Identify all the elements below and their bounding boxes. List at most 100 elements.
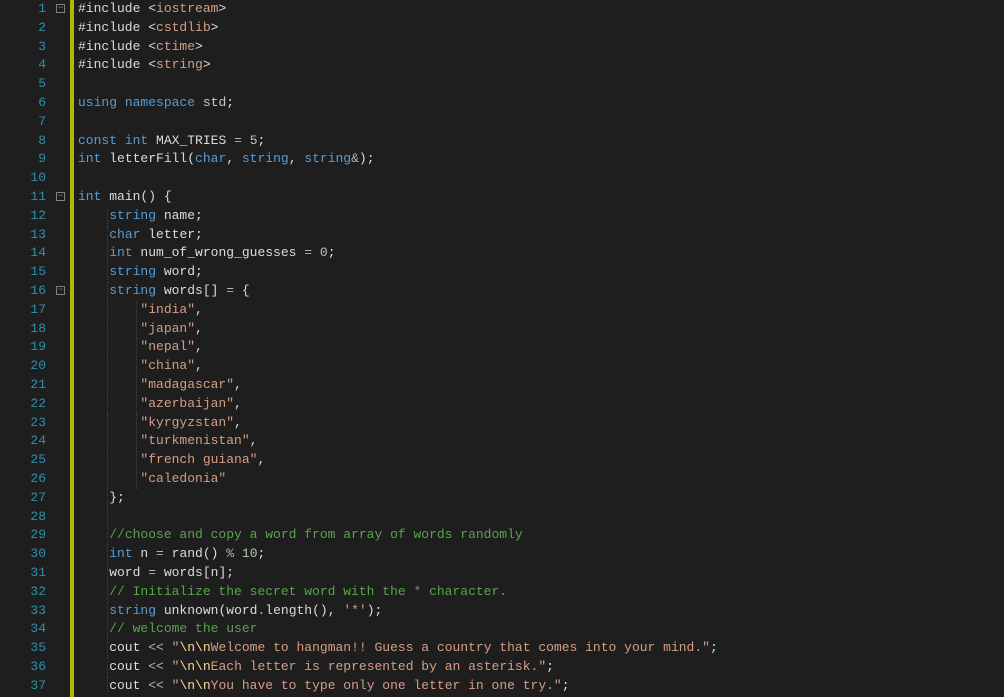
code-token (78, 433, 140, 448)
code-token: // Initialize the secret word with the *… (109, 584, 507, 599)
code-token: const (78, 133, 117, 148)
code-token: iostream (156, 1, 218, 16)
code-token: 0 (320, 245, 328, 260)
code-token: int (125, 133, 148, 148)
code-line[interactable]: char letter; (78, 226, 1004, 245)
code-line[interactable]: "azerbaijan", (78, 395, 1004, 414)
code-line[interactable]: cout << "\n\nEach letter is represented … (78, 658, 1004, 677)
indent-guide (136, 451, 137, 470)
code-line[interactable]: #include <cstdlib> (78, 19, 1004, 38)
code-token: ; (328, 245, 336, 260)
code-line[interactable]: "nepal", (78, 338, 1004, 357)
code-line[interactable]: "caledonia" (78, 470, 1004, 489)
code-editor[interactable]: 1234567891011121314151617181920212223242… (0, 0, 1004, 697)
code-line[interactable]: const int MAX_TRIES = 5; (78, 132, 1004, 151)
code-token: ; (226, 95, 234, 110)
code-token (78, 358, 140, 373)
code-token: main (101, 189, 140, 204)
fold-toggle-icon[interactable]: − (56, 4, 65, 13)
fold-toggle-icon[interactable]: − (56, 192, 65, 201)
code-token: cout (78, 678, 148, 693)
code-token: "nepal" (140, 339, 195, 354)
code-token: = (226, 283, 234, 298)
code-line[interactable]: string words[] = { (78, 282, 1004, 301)
code-token (78, 452, 140, 467)
code-token: , (289, 151, 305, 166)
code-line[interactable]: // welcome the user (78, 620, 1004, 639)
code-token: = (304, 245, 312, 260)
code-token: , (195, 321, 203, 336)
code-line[interactable]: string name; (78, 207, 1004, 226)
indent-guide (136, 376, 137, 395)
code-line[interactable] (78, 508, 1004, 527)
indent-guide (136, 320, 137, 339)
code-token: // welcome the user (109, 621, 257, 636)
code-line[interactable]: using namespace std; (78, 94, 1004, 113)
code-area[interactable]: #include <iostream>#include <cstdlib>#in… (74, 0, 1004, 697)
code-line[interactable] (78, 75, 1004, 94)
code-line[interactable] (78, 169, 1004, 188)
code-token (78, 527, 109, 542)
code-token (78, 302, 140, 317)
code-line[interactable]: "french guiana", (78, 451, 1004, 470)
code-token: string (304, 151, 351, 166)
code-line[interactable]: word = words[n]; (78, 564, 1004, 583)
code-line[interactable]: "japan", (78, 320, 1004, 339)
code-line[interactable]: int num_of_wrong_guesses = 0; (78, 244, 1004, 263)
code-token: length (265, 603, 312, 618)
line-number-gutter: 1234567891011121314151617181920212223242… (0, 0, 54, 697)
code-token: MAX_TRIES (148, 133, 234, 148)
line-number: 9 (0, 150, 46, 169)
code-line[interactable]: int letterFill(char, string, string&); (78, 150, 1004, 169)
indent-guide (107, 282, 108, 301)
code-token: & (351, 151, 359, 166)
code-token: { (164, 189, 172, 204)
line-number: 11 (0, 188, 46, 207)
code-token: num_of_wrong_guesses (133, 245, 305, 260)
code-line[interactable]: "china", (78, 357, 1004, 376)
code-line[interactable]: #include <ctime> (78, 38, 1004, 57)
line-number: 13 (0, 226, 46, 245)
code-token: char (195, 151, 226, 166)
code-token: "kyrgyzstan" (140, 415, 234, 430)
code-token: word (78, 565, 148, 580)
code-token: string (109, 208, 156, 223)
line-number: 34 (0, 620, 46, 639)
code-line[interactable]: }; (78, 489, 1004, 508)
code-token: "azerbaijan" (140, 396, 234, 411)
line-number: 33 (0, 602, 46, 621)
line-number: 36 (0, 658, 46, 677)
code-token (78, 377, 140, 392)
code-token: words (156, 283, 203, 298)
code-line[interactable]: cout << "\n\nYou have to type only one l… (78, 677, 1004, 696)
line-number: 18 (0, 320, 46, 339)
fold-toggle-icon[interactable]: − (56, 286, 65, 295)
indent-guide (107, 395, 108, 414)
code-line[interactable]: string word; (78, 263, 1004, 282)
code-line[interactable]: cout << "\n\nWelcome to hangman!! Guess … (78, 639, 1004, 658)
code-line[interactable]: int n = rand() % 10; (78, 545, 1004, 564)
code-line[interactable]: #include <string> (78, 56, 1004, 75)
code-line[interactable]: #include <iostream> (78, 0, 1004, 19)
code-token: { (242, 283, 250, 298)
code-line[interactable]: "turkmenistan", (78, 432, 1004, 451)
code-line[interactable]: "india", (78, 301, 1004, 320)
code-line[interactable]: string unknown(word.length(), '*'); (78, 602, 1004, 621)
code-token: 10 (242, 546, 258, 561)
indent-guide (136, 338, 137, 357)
code-line[interactable]: "madagascar", (78, 376, 1004, 395)
code-line[interactable]: // Initialize the secret word with the *… (78, 583, 1004, 602)
code-token: letter; (140, 227, 202, 242)
code-token: int (109, 546, 132, 561)
code-line[interactable]: int main() { (78, 188, 1004, 207)
code-token: , (257, 452, 265, 467)
code-line[interactable] (78, 113, 1004, 132)
indent-guide (107, 320, 108, 339)
code-token: Welcome to hangman!! Guess a country tha… (211, 640, 710, 655)
code-line[interactable]: "kyrgyzstan", (78, 414, 1004, 433)
fold-column: − − − (54, 0, 70, 697)
code-token: #include < (78, 1, 156, 16)
line-number: 26 (0, 470, 46, 489)
code-line[interactable]: //choose and copy a word from array of w… (78, 526, 1004, 545)
line-number: 35 (0, 639, 46, 658)
